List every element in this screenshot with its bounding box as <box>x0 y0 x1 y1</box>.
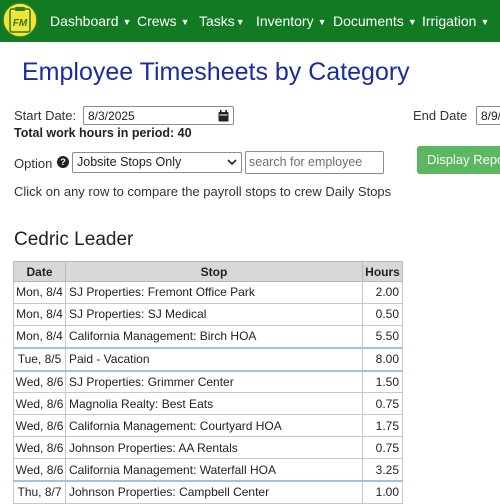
row-date: Tue, 8/5 <box>13 346 66 372</box>
svg-text:FM: FM <box>13 18 28 29</box>
column-header-stop[interactable]: Stop <box>65 261 363 282</box>
chevron-down-icon: ▼ <box>180 17 190 27</box>
table-header-row: Date Stop Hours <box>13 261 403 282</box>
row-hours: 2.00 <box>362 281 403 304</box>
nav-tasks[interactable]: Tasks▼ <box>199 0 245 42</box>
display-report-button[interactable]: Display Report <box>417 146 500 174</box>
row-date: Mon, 8/4 <box>13 281 66 304</box>
row-hours: 8.00 <box>362 346 403 372</box>
row-stop: SJ Properties: SJ Medical <box>65 302 363 326</box>
row-hours: 0.75 <box>362 436 403 460</box>
chevron-down-icon: ▼ <box>122 17 132 27</box>
row-date: Wed, 8/6 <box>13 414 66 438</box>
table-row[interactable]: Mon, 8/4 California Management: Birch HO… <box>13 324 403 349</box>
timesheet-table: Date Stop Hours Mon, 8/4 SJ Properties: … <box>13 261 403 504</box>
option-select[interactable]: Jobsite Stops Only <box>72 152 242 173</box>
table-row[interactable]: Mon, 8/4 SJ Properties: Fremont Office P… <box>13 281 403 304</box>
end-date-label: End Date <box>413 108 468 123</box>
nav-irrigation[interactable]: Irrigation ▼ <box>422 0 489 42</box>
chevron-down-icon: ▼ <box>317 17 327 27</box>
nav-inventory[interactable]: Inventory ▼ <box>256 0 327 42</box>
row-stop: Johnson Properties: AA Rentals <box>65 436 363 460</box>
row-stop: Magnolia Realty: Best Eats <box>65 392 363 416</box>
chevron-down-icon: ▼ <box>235 17 245 27</box>
start-date-input[interactable]: 8/3/2025 <box>83 106 234 125</box>
row-hours: 1.50 <box>362 369 403 394</box>
row-date: Wed, 8/6 <box>13 369 66 394</box>
row-hours: 0.50 <box>362 302 403 326</box>
row-stop: Paid - Vacation <box>65 346 363 372</box>
chevron-down-icon: ▼ <box>480 17 490 27</box>
row-date: Wed, 8/6 <box>13 392 66 416</box>
help-icon[interactable]: ? <box>57 156 69 168</box>
table-row[interactable]: Wed, 8/6 Johnson Properties: AA Rentals … <box>13 436 403 460</box>
row-date: Thu, 8/7 <box>13 479 66 504</box>
table-row[interactable]: Wed, 8/6 Magnolia Realty: Best Eats 0.75 <box>13 392 403 416</box>
calendar-icon[interactable] <box>218 110 229 122</box>
row-date: Mon, 8/4 <box>13 302 66 326</box>
table-row[interactable]: Thu, 8/7 Johnson Properties: Campbell Ce… <box>13 479 403 504</box>
chevron-down-icon: ▼ <box>407 17 417 27</box>
end-date-input[interactable]: 8/9/ <box>476 106 500 125</box>
row-stop: SJ Properties: Fremont Office Park <box>65 281 363 304</box>
nav-dashboard[interactable]: Dashboard ▼ <box>50 0 131 42</box>
table-row[interactable]: Mon, 8/4 SJ Properties: SJ Medical 0.50 <box>13 302 403 326</box>
column-header-date[interactable]: Date <box>13 261 66 282</box>
page-title: Employee Timesheets by Category <box>22 58 410 86</box>
table-row[interactable]: Tue, 8/5 Paid - Vacation 8.00 <box>13 346 403 372</box>
row-hours: 0.75 <box>362 392 403 416</box>
row-stop: California Management: Birch HOA <box>65 324 363 349</box>
top-navbar: FM Dashboard ▼ Crews ▼ Tasks▼ Inventory ▼ D… <box>0 0 500 42</box>
column-header-hours[interactable]: Hours <box>362 261 403 282</box>
nav-documents[interactable]: Documents ▼ <box>333 0 417 42</box>
chevron-down-icon <box>227 159 237 166</box>
total-hours-text: Total work hours in period: 40 <box>14 126 192 140</box>
row-date: Mon, 8/4 <box>13 324 66 349</box>
row-hours: 5.50 <box>362 324 403 349</box>
row-hours: 1.75 <box>362 414 403 438</box>
table-row[interactable]: Wed, 8/6 SJ Properties: Grimmer Center 1… <box>13 369 403 394</box>
row-hours: 3.25 <box>362 458 403 482</box>
option-label: Option <box>14 156 53 171</box>
row-stop: California Management: Waterfall HOA <box>65 458 363 482</box>
instructions-text: Click on any row to compare the payroll … <box>14 184 392 199</box>
row-stop: Johnson Properties: Campbell Center <box>65 479 363 504</box>
row-stop: SJ Properties: Grimmer Center <box>65 369 363 394</box>
table-row[interactable]: Wed, 8/6 California Management: Courtyar… <box>13 414 403 438</box>
employee-search-input[interactable]: search for employee <box>245 151 384 174</box>
table-row[interactable]: Wed, 8/6 California Management: Waterfal… <box>13 458 403 482</box>
employee-name-heading: Cedric Leader <box>14 229 134 250</box>
row-date: Wed, 8/6 <box>13 436 66 460</box>
row-hours: 1.00 <box>362 479 403 504</box>
app-logo[interactable]: FM <box>2 2 38 38</box>
row-date: Wed, 8/6 <box>13 458 66 482</box>
start-date-label: Start Date: <box>14 108 77 123</box>
nav-crews[interactable]: Crews ▼ <box>137 0 190 42</box>
row-stop: California Management: Courtyard HOA <box>65 414 363 438</box>
